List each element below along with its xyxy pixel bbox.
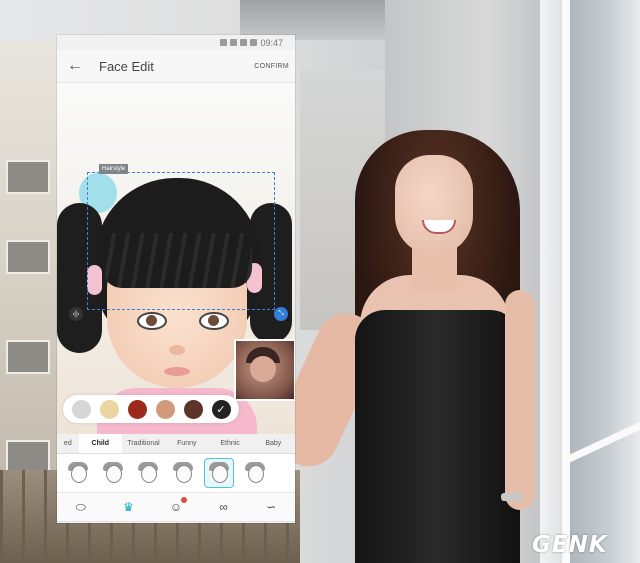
android-nav-bar: • ⇆ □ ← — [57, 521, 295, 523]
color-swatch-bar: ✓ — [63, 395, 239, 423]
cartoon-eye-left — [137, 312, 167, 330]
phone-screen: 09:47 ← Face Edit CONFIRM Hairstyle ‹|› … — [57, 35, 295, 523]
hairstyle-option[interactable] — [168, 459, 197, 487]
tab-category[interactable]: Traditional — [122, 434, 165, 453]
selection-label: Hairstyle — [99, 164, 129, 174]
notification-icon — [220, 39, 228, 46]
tab-category[interactable]: Ethnic — [208, 434, 251, 453]
woman-photo — [264, 120, 540, 563]
resize-handle-icon[interactable]: ⤡ — [274, 307, 288, 321]
cartoon-nose — [169, 345, 185, 355]
app-bar: ← Face Edit CONFIRM — [57, 50, 295, 83]
color-swatch[interactable] — [71, 399, 91, 419]
wifi-icon — [230, 39, 238, 46]
color-swatch[interactable] — [99, 399, 119, 419]
page-title: Face Edit — [99, 58, 154, 74]
face-outline-icon[interactable]: ⬭ — [70, 500, 92, 515]
hairstyle-option[interactable] — [64, 459, 93, 487]
signal-icon — [240, 39, 248, 46]
tab-category[interactable]: Funny — [165, 434, 208, 453]
cartoon-eye-right — [199, 312, 229, 330]
color-swatch[interactable] — [155, 399, 175, 419]
hairstyle-option-selected[interactable] — [203, 458, 234, 488]
feature-toolbar: ⬭ ♛ ☺ ∞ ∽ — [57, 492, 295, 521]
status-time: 09:47 — [260, 37, 283, 48]
hair-icon[interactable]: ♛ — [117, 500, 139, 514]
glasses-icon[interactable]: ∞ — [213, 500, 235, 514]
notification-dot — [180, 497, 187, 503]
status-bar: 09:47 — [57, 35, 295, 50]
flip-handle-icon[interactable]: ‹|› — [69, 307, 83, 321]
color-swatch[interactable] — [183, 399, 203, 419]
category-tabs: ed Child Traditional Funny Ethnic Baby — [57, 434, 295, 454]
emoji-face-icon[interactable]: ☺ — [165, 497, 187, 514]
genk-watermark-logo: GENK — [532, 532, 608, 558]
hairstyle-option[interactable] — [275, 459, 288, 487]
tab-category[interactable]: ed — [57, 434, 79, 453]
original-photo-thumbnail[interactable] — [234, 339, 295, 401]
mustache-icon[interactable]: ∽ — [260, 500, 282, 514]
confirm-color-icon[interactable]: ✓ — [211, 399, 231, 419]
hairstyle-option[interactable] — [240, 459, 269, 487]
face-edit-canvas[interactable]: Hairstyle ‹|› ⤡ ✓ — [57, 83, 295, 434]
back-arrow-icon[interactable]: ← — [57, 57, 93, 75]
hairstyle-option[interactable] — [134, 459, 163, 487]
hairstyle-option[interactable] — [99, 459, 128, 487]
hairstyle-options — [57, 454, 295, 492]
cartoon-mouth — [164, 367, 190, 376]
battery-icon — [250, 39, 258, 46]
tab-category[interactable]: Baby — [252, 434, 295, 453]
color-swatch[interactable] — [127, 399, 147, 419]
hairstyle-selection-box[interactable] — [87, 172, 275, 310]
confirm-button[interactable]: CONFIRM — [254, 63, 295, 70]
window-frame — [540, 0, 640, 563]
tab-category[interactable]: Child — [78, 434, 122, 453]
